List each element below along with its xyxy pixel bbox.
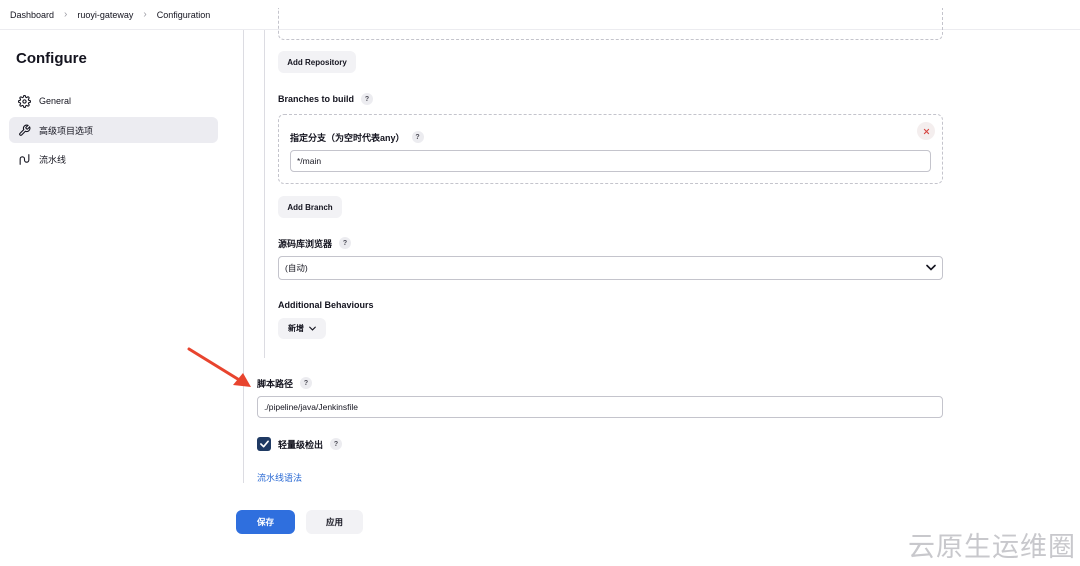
gear-icon xyxy=(17,94,31,108)
chevron-right-icon: › xyxy=(143,9,147,20)
save-button[interactable]: 保存 xyxy=(236,510,295,534)
help-icon[interactable]: ? xyxy=(300,377,313,389)
chevron-down-icon xyxy=(926,263,936,273)
repo-browser-select[interactable]: (自动) xyxy=(278,256,943,280)
additional-behaviours-label: Additional Behaviours xyxy=(278,300,374,310)
script-path-input[interactable]: ./pipeline/java/Jenkinsfile xyxy=(257,396,943,418)
sidebar-item-label: General xyxy=(39,96,72,106)
lightweight-checkout-label: 轻量级检出 ? xyxy=(278,437,343,451)
help-icon[interactable]: ? xyxy=(411,131,424,143)
chevron-down-icon xyxy=(309,326,316,331)
help-icon[interactable]: ? xyxy=(361,93,374,105)
sidebar-item-pipeline[interactable]: 流水线 xyxy=(9,146,218,172)
breadcrumb-configuration[interactable]: Configuration xyxy=(157,10,211,20)
annotation-arrow-icon xyxy=(187,347,251,387)
chevron-right-icon: › xyxy=(64,9,68,20)
branch-spec-box xyxy=(278,114,943,184)
pipeline-icon xyxy=(17,152,31,166)
section-divider xyxy=(243,30,244,483)
repo-browser-label: 源码库浏览器 ? xyxy=(278,236,352,250)
sidebar-item-advanced[interactable]: 高级项目选项 xyxy=(9,117,218,143)
apply-button[interactable]: 应用 xyxy=(306,510,363,534)
add-behaviour-dropdown[interactable]: 新增 xyxy=(278,318,326,339)
sidebar: Configure General 高级项目选项 流水线 xyxy=(0,30,240,566)
breadcrumb-job[interactable]: ruoyi-gateway xyxy=(77,10,133,20)
sidebar-item-general[interactable]: General xyxy=(9,88,218,114)
branch-specifier-input[interactable]: */main xyxy=(290,150,931,172)
page-title: Configure xyxy=(16,50,87,67)
pipeline-syntax-link[interactable]: 流水线语法 xyxy=(257,471,302,484)
wrench-icon xyxy=(17,123,31,137)
repository-box xyxy=(278,8,943,40)
help-icon[interactable]: ? xyxy=(330,438,343,450)
close-icon[interactable] xyxy=(917,122,935,140)
branches-to-build-label: Branches to build ? xyxy=(278,92,374,106)
script-path-label: 脚本路径 ? xyxy=(257,376,313,390)
sidebar-item-label: 高级项目选项 xyxy=(39,125,94,136)
breadcrumb-dashboard[interactable]: Dashboard xyxy=(10,10,54,20)
sidebar-item-label: 流水线 xyxy=(39,154,67,165)
section-divider xyxy=(264,30,265,358)
watermark: 云原生运维圈 xyxy=(908,532,1076,563)
branch-specifier-label: 指定分支（为空时代表any） ? xyxy=(290,130,424,144)
help-icon[interactable]: ? xyxy=(339,237,352,249)
lightweight-checkout-checkbox[interactable] xyxy=(257,437,271,451)
add-branch-button[interactable]: Add Branch xyxy=(278,196,342,218)
add-repository-button[interactable]: Add Repository xyxy=(278,51,356,73)
